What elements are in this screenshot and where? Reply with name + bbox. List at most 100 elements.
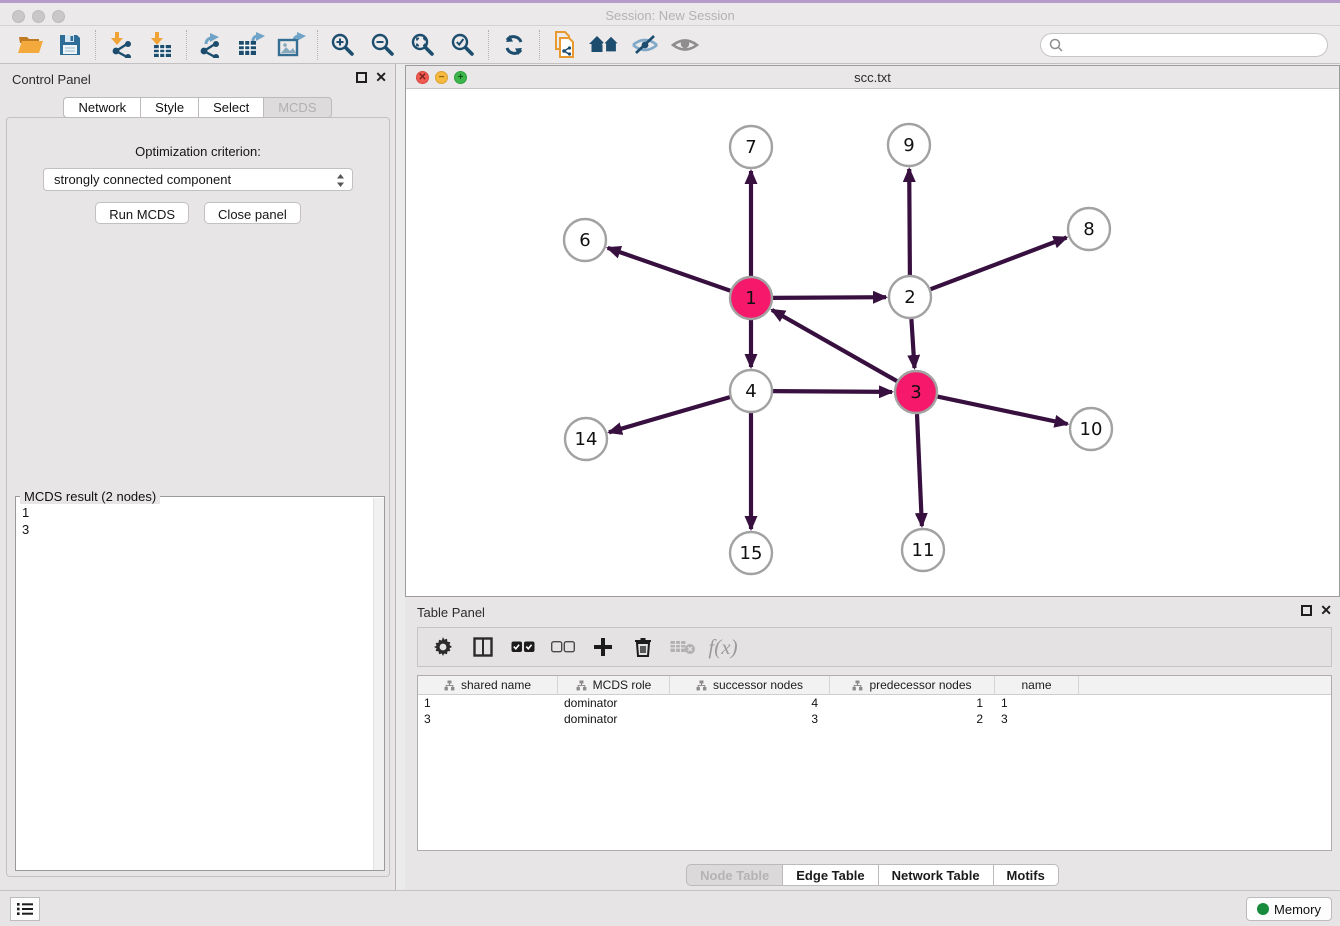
float-panel-icon[interactable]: [356, 72, 367, 83]
optimization-criterion-label: Optimization criterion:: [7, 144, 389, 159]
select-chevrons-icon: [335, 172, 346, 189]
edge-2-8[interactable]: [931, 238, 1067, 290]
graph-node-8[interactable]: 8: [1068, 208, 1110, 250]
graph-node-15[interactable]: 15: [730, 532, 772, 574]
close-panel-button[interactable]: Close panel: [204, 202, 301, 224]
column-label: name: [1021, 678, 1051, 692]
column-label: shared name: [461, 678, 531, 692]
hide-selected-icon[interactable]: [625, 30, 665, 60]
criterion-select[interactable]: strongly connected component: [43, 168, 353, 191]
tab-motifs[interactable]: Motifs: [993, 864, 1059, 886]
graph-node-1[interactable]: 1: [730, 277, 772, 319]
memory-label: Memory: [1274, 902, 1321, 917]
graph-node-2[interactable]: 2: [889, 276, 931, 318]
table-row[interactable]: 3 dominator 3 2 3: [418, 711, 1331, 727]
svg-text:2: 2: [904, 287, 915, 308]
graph-node-4[interactable]: 4: [730, 370, 772, 412]
toolbar-separator: [186, 30, 187, 60]
cell-name: 3: [995, 712, 1079, 726]
task-history-button[interactable]: [10, 897, 40, 921]
column-header-predecessor-nodes[interactable]: predecessor nodes: [830, 676, 995, 694]
select-all-rows-icon[interactable]: [510, 634, 536, 660]
tab-style[interactable]: Style: [140, 97, 198, 118]
table-panel-title: Table Panel: [417, 605, 485, 620]
new-network-from-file-icon[interactable]: [545, 30, 585, 60]
import-network-icon[interactable]: [101, 30, 141, 60]
svg-text:4: 4: [745, 381, 756, 402]
float-table-panel-icon[interactable]: [1301, 605, 1312, 616]
edge-3-11[interactable]: [917, 414, 922, 526]
network-view-title: scc.txt: [406, 70, 1339, 85]
export-network-icon[interactable]: [192, 30, 232, 60]
cell-successor-nodes: 4: [670, 696, 830, 710]
memory-button[interactable]: Memory: [1246, 897, 1332, 921]
network-window-titlebar[interactable]: ✕ − + scc.txt: [406, 66, 1339, 89]
tab-edge-table[interactable]: Edge Table: [782, 864, 877, 886]
column-header-name[interactable]: name: [995, 676, 1079, 694]
edge-4-14[interactable]: [609, 397, 730, 432]
graph-node-10[interactable]: 10: [1070, 408, 1112, 450]
zoom-fit-icon[interactable]: [403, 30, 443, 60]
criterion-value: strongly connected component: [54, 172, 231, 187]
tab-node-table[interactable]: Node Table: [686, 864, 782, 886]
close-table-panel-icon[interactable]: ✕: [1320, 604, 1332, 616]
refresh-layout-icon[interactable]: [494, 30, 534, 60]
column-header-successor-nodes[interactable]: successor nodes: [670, 676, 830, 694]
delete-columns-icon[interactable]: [630, 634, 656, 660]
graph-node-7[interactable]: 7: [730, 126, 772, 168]
tab-mcds[interactable]: MCDS: [263, 97, 331, 118]
tab-select[interactable]: Select: [198, 97, 263, 118]
run-mcds-button[interactable]: Run MCDS: [95, 202, 189, 224]
export-image-icon[interactable]: [272, 30, 312, 60]
tab-network[interactable]: Network: [63, 97, 140, 118]
edge-3-1[interactable]: [772, 310, 897, 381]
table-settings-icon[interactable]: [430, 634, 456, 660]
deselect-all-rows-icon[interactable]: [550, 634, 576, 660]
column-header-mcds-role[interactable]: MCDS role: [558, 676, 670, 694]
edge-1-6[interactable]: [608, 248, 731, 291]
home-layout-icon[interactable]: [585, 30, 625, 60]
edge-2-9[interactable]: [909, 169, 910, 275]
add-column-icon[interactable]: [590, 634, 616, 660]
zoom-selected-icon[interactable]: [443, 30, 483, 60]
tab-network-table[interactable]: Network Table: [878, 864, 993, 886]
split-pane-icon[interactable]: [470, 634, 496, 660]
mcds-result-title: MCDS result (2 nodes): [20, 489, 160, 504]
result-line: 3: [22, 521, 378, 538]
show-all-icon[interactable]: [665, 30, 705, 60]
table-row[interactable]: 1 dominator 4 1 1: [418, 695, 1331, 711]
memory-status-icon: [1257, 903, 1269, 915]
search-input[interactable]: [1067, 35, 1327, 55]
import-table-icon[interactable]: [141, 30, 181, 60]
result-line: 1: [22, 504, 378, 521]
sort-tree-icon: [852, 680, 863, 691]
edge-2-3[interactable]: [911, 319, 914, 368]
cell-predecessor-nodes: 1: [830, 696, 995, 710]
close-panel-icon[interactable]: ✕: [375, 71, 387, 83]
toolbar-separator: [95, 30, 96, 60]
open-session-icon[interactable]: [10, 30, 50, 60]
save-session-icon[interactable]: [50, 30, 90, 60]
network-canvas[interactable]: 7 9 6 8 1 2 4 3 14 10 15 11: [406, 89, 1339, 596]
edge-4-3[interactable]: [773, 391, 892, 392]
status-bar: Memory: [0, 890, 1340, 926]
graph-node-6[interactable]: 6: [564, 219, 606, 261]
graph-node-3[interactable]: 3: [895, 371, 937, 413]
export-table-icon[interactable]: [232, 30, 272, 60]
svg-text:10: 10: [1080, 419, 1103, 440]
graph-node-9[interactable]: 9: [888, 124, 930, 166]
cell-shared-name: 3: [418, 712, 558, 726]
edge-1-2[interactable]: [773, 297, 886, 298]
edge-3-10[interactable]: [938, 397, 1068, 424]
graph-node-11[interactable]: 11: [902, 529, 944, 571]
column-header-shared-name[interactable]: shared name: [418, 676, 558, 694]
column-label: MCDS role: [593, 678, 652, 692]
result-scrollbar[interactable]: [373, 498, 384, 870]
zoom-in-icon[interactable]: [323, 30, 363, 60]
toolbar-separator: [317, 30, 318, 60]
mcds-result-text[interactable]: 1 3: [16, 497, 384, 545]
zoom-out-icon[interactable]: [363, 30, 403, 60]
graph-node-14[interactable]: 14: [565, 418, 607, 460]
table-panel: Table Panel ✕ f(x): [405, 597, 1340, 890]
toolbar-separator: [488, 30, 489, 60]
